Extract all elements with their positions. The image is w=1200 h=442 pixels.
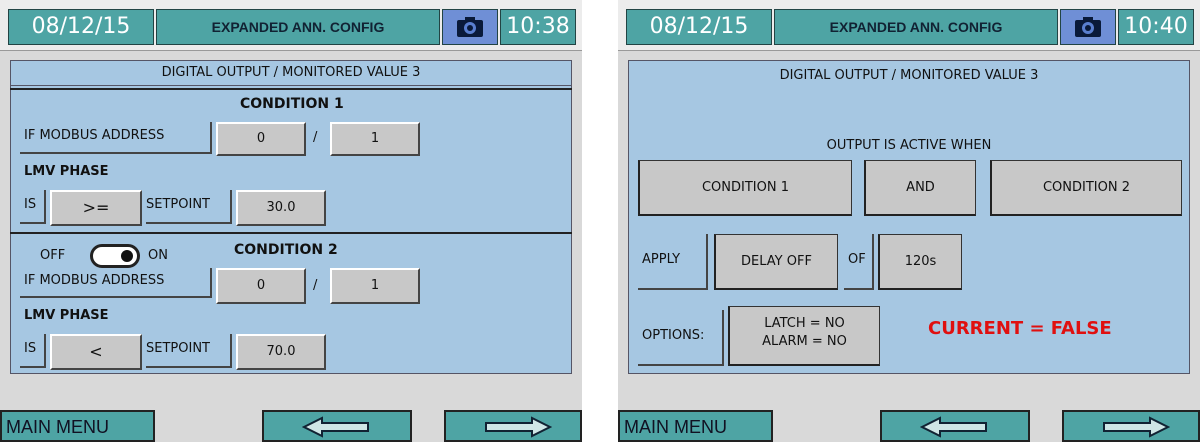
current-state-text: CURRENT = FALSE [928, 318, 1112, 339]
slash-separator: / [313, 278, 318, 293]
right-arrow-icon [1103, 416, 1170, 438]
modbus-address-field[interactable]: 0 [216, 268, 306, 304]
screen-title: EXPANDED ANN. CONFIG [156, 9, 440, 45]
slash-separator: / [313, 130, 318, 145]
right-arrow-icon [485, 416, 552, 438]
latch-value: LATCH = NO [764, 316, 845, 331]
toggle-off-label: OFF [40, 248, 66, 263]
header-bar: 08/12/15 EXPANDED ANN. CONFIG 10:38 [0, 0, 582, 51]
panel-banner: DIGITAL OUTPUT / MONITORED VALUE 3 [779, 68, 1039, 83]
back-button[interactable] [880, 410, 1030, 442]
is-label: IS [20, 334, 46, 368]
main-menu-button[interactable]: MAIN MENU [0, 410, 155, 442]
time-display: 10:40 [1118, 9, 1194, 45]
setpoint-label: SETPOINT [146, 334, 232, 368]
condition2-button[interactable]: CONDITION 2 [990, 160, 1182, 216]
operator-select[interactable]: >= [50, 190, 142, 226]
delay-time-field[interactable]: 120s [878, 234, 962, 290]
divider [10, 232, 572, 234]
time-display: 10:38 [500, 9, 576, 45]
main-menu-button[interactable]: MAIN MENU [618, 410, 773, 442]
operator-select[interactable]: < [50, 334, 142, 370]
back-button[interactable] [262, 410, 412, 442]
toggle-on-label: ON [148, 248, 168, 263]
options-button[interactable]: LATCH = NO ALARM = NO [728, 306, 880, 366]
panel-banner: DIGITAL OUTPUT / MONITORED VALUE 3 [10, 60, 572, 86]
lmv-phase-label: LMV PHASE [24, 164, 109, 179]
next-button[interactable] [1062, 410, 1200, 442]
options-label: OPTIONS: [638, 310, 724, 366]
modbus-address-field[interactable]: 0 [216, 122, 306, 156]
of-label: OF [844, 234, 874, 290]
header-bar: 08/12/15 EXPANDED ANN. CONFIG 10:40 [618, 0, 1200, 51]
toggle-knob [121, 250, 133, 262]
modbus-sub-field[interactable]: 1 [330, 122, 420, 156]
logic-operator-button[interactable]: AND [864, 160, 976, 216]
next-button[interactable] [444, 410, 582, 442]
config-screen-left: 08/12/15 EXPANDED ANN. CONFIG 10:38 DIGI… [0, 0, 582, 442]
setpoint-label: SETPOINT [146, 190, 232, 224]
setpoint-field[interactable]: 70.0 [236, 334, 326, 370]
screenshot-button[interactable] [1060, 9, 1116, 45]
modbus-sub-field[interactable]: 1 [330, 268, 420, 304]
active-when-label: OUTPUT IS ACTIVE WHEN [826, 138, 992, 153]
camera-icon [1075, 17, 1101, 37]
camera-icon [457, 17, 483, 37]
alarm-value: ALARM = NO [762, 334, 847, 349]
divider [10, 88, 572, 90]
lmv-phase-label: LMV PHASE [24, 308, 109, 323]
condition2-title: CONDITION 2 [234, 242, 338, 258]
condition1-button[interactable]: CONDITION 1 [638, 160, 852, 216]
date-display: 08/12/15 [626, 9, 772, 45]
delay-mode-button[interactable]: DELAY OFF [714, 234, 838, 290]
left-arrow-icon [920, 416, 987, 438]
left-arrow-icon [302, 416, 369, 438]
modbus-address-label: IF MODBUS ADDRESS [20, 268, 212, 298]
setpoint-field[interactable]: 30.0 [236, 190, 326, 226]
condition2-toggle[interactable] [90, 244, 140, 268]
condition1-title: CONDITION 1 [240, 96, 344, 112]
apply-label: APPLY [638, 234, 708, 290]
modbus-address-label: IF MODBUS ADDRESS [20, 122, 212, 154]
screenshot-button[interactable] [442, 9, 498, 45]
is-label: IS [20, 190, 46, 224]
screen-title: EXPANDED ANN. CONFIG [774, 9, 1058, 45]
config-screen-right: 08/12/15 EXPANDED ANN. CONFIG 10:40 DIGI… [618, 0, 1200, 442]
date-display: 08/12/15 [8, 9, 154, 45]
